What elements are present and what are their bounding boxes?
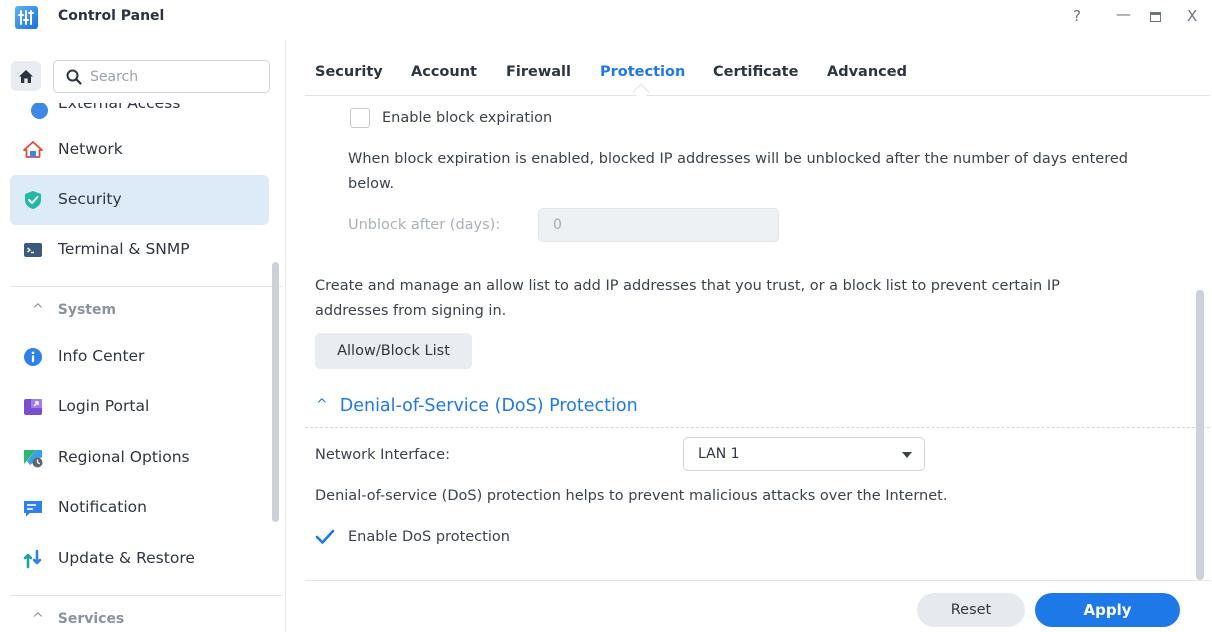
- login-portal-icon: [24, 399, 42, 415]
- section-header-services[interactable]: ^ Services: [32, 611, 124, 627]
- sidebar-item-label: Notification: [58, 498, 147, 516]
- block-expiration-description-cont: below.: [348, 176, 395, 192]
- window-title: Control Panel: [58, 8, 165, 24]
- enable-block-expiration-label: Enable block expiration: [382, 110, 553, 126]
- chevron-up-icon: ^: [32, 302, 44, 318]
- sidebar-item-label: Info Center: [58, 347, 145, 365]
- help-button[interactable]: ?: [1073, 7, 1081, 25]
- sidebar-item-label: Security: [58, 190, 122, 208]
- update-restore-icon: [23, 549, 42, 569]
- tab-advanced[interactable]: Advanced: [827, 64, 907, 80]
- external-access-icon: [31, 102, 48, 119]
- minimize-button[interactable]: —: [1116, 5, 1131, 23]
- enable-block-expiration-checkbox[interactable]: [350, 108, 370, 128]
- tab-certificate[interactable]: Certificate: [713, 64, 798, 80]
- title-bar: Control Panel ? — X: [0, 0, 1212, 36]
- network-interface-value: LAN 1: [698, 446, 740, 462]
- unblock-after-label: Unblock after (days):: [348, 217, 501, 233]
- tab-protection[interactable]: Protection: [600, 64, 685, 80]
- network-house-icon: [23, 141, 43, 158]
- sidebar-item-regional-options[interactable]: Regional Options: [10, 433, 269, 483]
- network-interface-select[interactable]: LAN 1: [683, 437, 925, 471]
- sidebar-item-label: Update & Restore: [58, 549, 195, 567]
- regional-options-icon: [24, 450, 43, 468]
- chevron-up-icon: ^: [32, 611, 44, 627]
- chevron-up-icon: ^: [316, 397, 328, 413]
- control-panel-app-icon: [15, 6, 38, 29]
- close-button[interactable]: X: [1187, 7, 1197, 25]
- dos-description: Denial-of-service (DoS) protection helps…: [315, 488, 948, 504]
- unblock-after-days-input[interactable]: [538, 208, 779, 242]
- tab-firewall[interactable]: Firewall: [506, 64, 571, 80]
- sidebar-item-label: Network: [58, 140, 123, 158]
- network-interface-label: Network Interface:: [315, 447, 450, 463]
- home-icon: [19, 69, 33, 83]
- search-field[interactable]: [53, 60, 270, 93]
- sidebar-item-label: Terminal & SNMP: [58, 240, 190, 258]
- content-scrollbar[interactable]: [1196, 290, 1204, 580]
- shield-check-icon: [25, 191, 41, 209]
- tab-security[interactable]: Security: [315, 64, 383, 80]
- block-expiration-description: When block expiration is enabled, blocke…: [348, 151, 1128, 167]
- maximize-button[interactable]: [1150, 12, 1161, 22]
- tab-account[interactable]: Account: [411, 64, 477, 80]
- sidebar-item-terminal-snmp[interactable]: Terminal & SNMP: [10, 225, 269, 275]
- active-tab-indicator: [632, 83, 650, 101]
- sidebar-divider: [10, 595, 282, 596]
- sidebar: External Access Network Security Termina…: [0, 40, 286, 632]
- tab-bar: Security Account Firewall Protection Cer…: [305, 60, 1210, 101]
- dropdown-caret-icon: [902, 452, 912, 458]
- sidebar-item-login-portal[interactable]: Login Portal: [10, 382, 269, 432]
- section-header-system[interactable]: ^ System: [32, 302, 116, 318]
- reset-button[interactable]: Reset: [917, 593, 1025, 627]
- sidebar-scrollbar[interactable]: [272, 262, 279, 522]
- sidebar-item-security[interactable]: Security: [10, 175, 269, 225]
- enable-dos-protection-checkbox[interactable]: [315, 528, 335, 546]
- terminal-icon: [24, 243, 42, 257]
- notification-icon: [24, 501, 42, 517]
- apply-button[interactable]: Apply: [1035, 593, 1180, 627]
- sidebar-item-label: Regional Options: [58, 448, 190, 466]
- info-icon: [24, 348, 42, 366]
- section-divider: [305, 427, 1210, 428]
- sidebar-item-info-center[interactable]: Info Center: [10, 332, 269, 382]
- footer-divider: [305, 580, 1210, 581]
- sidebar-item-update-restore[interactable]: Update & Restore: [10, 534, 269, 584]
- home-button[interactable]: [11, 61, 41, 91]
- search-input[interactable]: [90, 67, 260, 87]
- allow-list-description-cont: addresses from signing in.: [315, 303, 507, 319]
- dos-protection-section-header[interactable]: ^ Denial-of-Service (DoS) Protection: [316, 396, 638, 416]
- search-icon: [66, 69, 82, 85]
- allow-list-description: Create and manage an allow list to add I…: [315, 278, 1060, 294]
- sidebar-item-label: Login Portal: [58, 397, 150, 415]
- sidebar-item-network[interactable]: Network: [10, 125, 269, 175]
- sidebar-divider: [10, 286, 282, 287]
- sidebar-item-notification[interactable]: Notification: [10, 483, 269, 533]
- allow-block-list-button[interactable]: Allow/Block List: [315, 333, 472, 369]
- enable-dos-protection-label: Enable DoS protection: [348, 529, 510, 545]
